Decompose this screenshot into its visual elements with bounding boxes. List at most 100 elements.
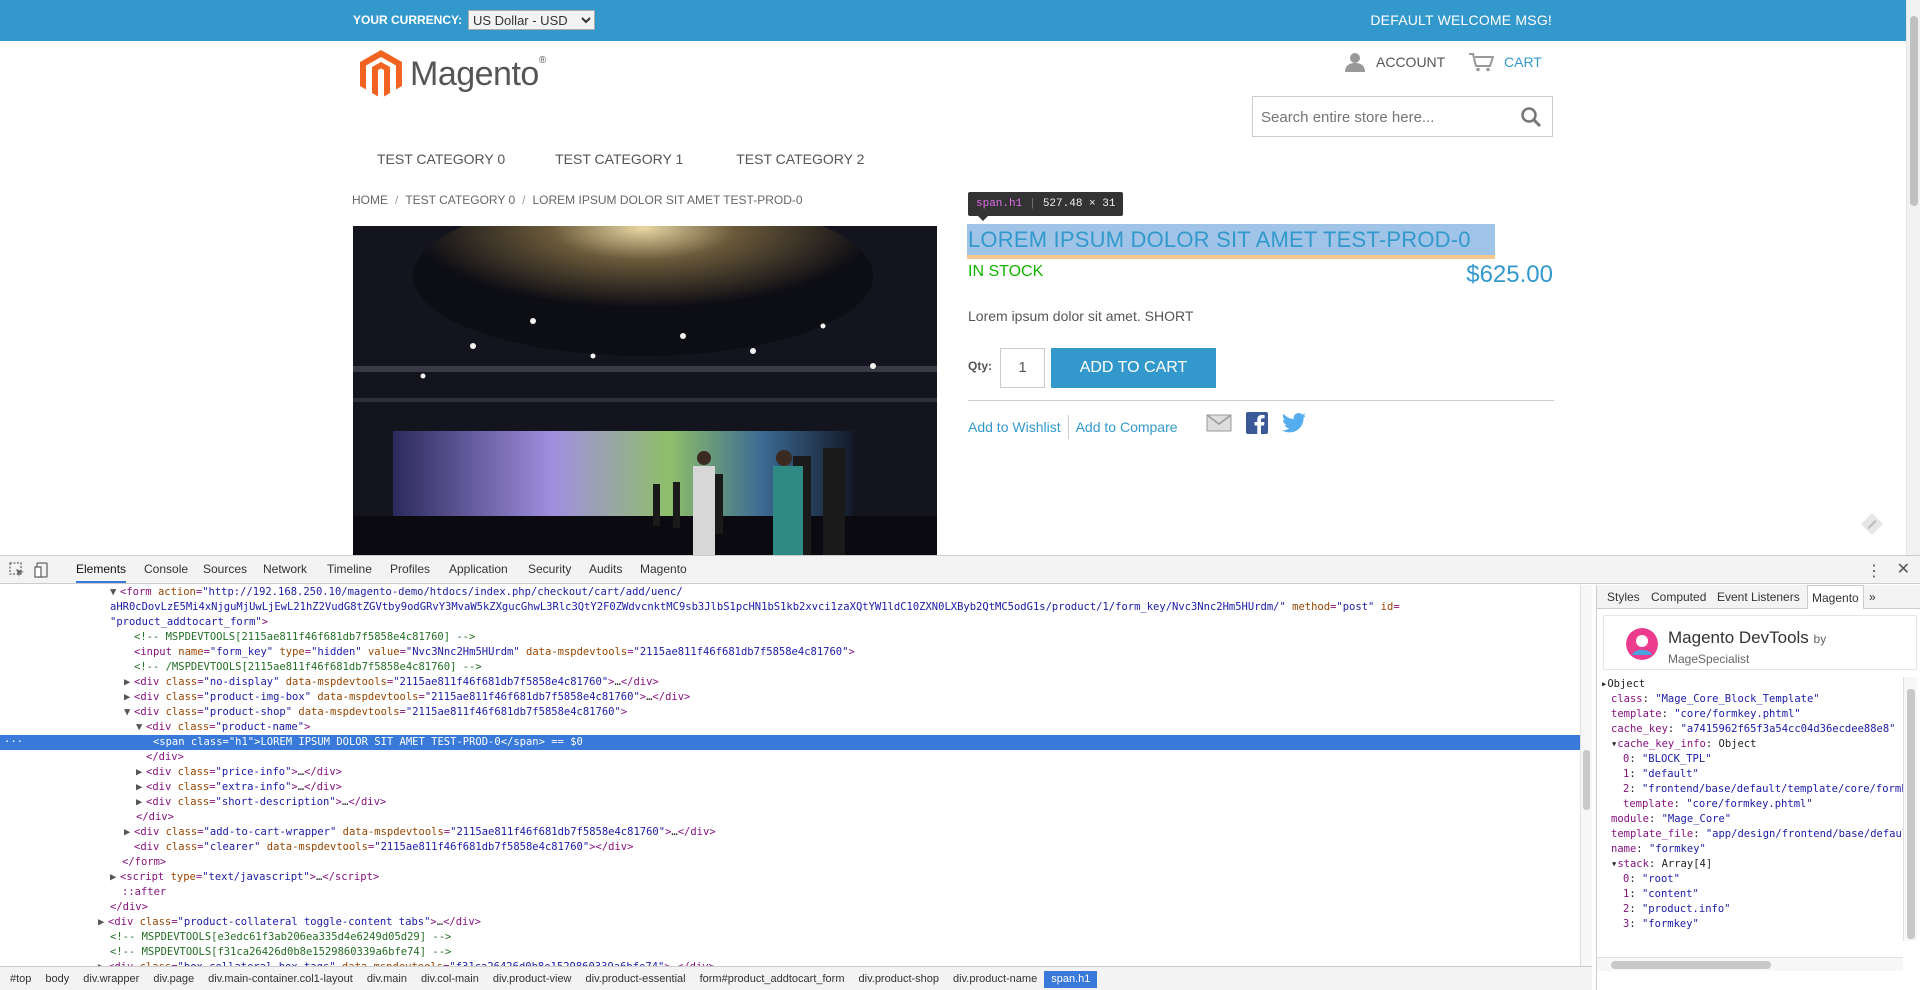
- add-to-wishlist-link[interactable]: Add to Wishlist: [968, 419, 1061, 435]
- dom-crumb[interactable]: body: [38, 973, 76, 985]
- dom-node[interactable]: ::after: [122, 885, 1580, 900]
- magento-devtools-toggle[interactable]: [1860, 512, 1884, 539]
- object-prop: 2: "product.info": [1623, 903, 1731, 915]
- tab-sources[interactable]: Sources: [203, 556, 247, 583]
- dom-node[interactable]: ▶ <div class="price-info">…</div>: [136, 765, 1580, 780]
- tab-network[interactable]: Network: [263, 556, 307, 583]
- dom-node-selected[interactable]: ··· <span class="h1">LOREM IPSUM DOLOR SI…: [0, 735, 1580, 750]
- page-scrollbar-thumb[interactable]: [1910, 16, 1918, 206]
- tab-elements[interactable]: Elements: [76, 556, 127, 583]
- qty-input[interactable]: 1: [1000, 348, 1045, 388]
- elements-scrollbar-thumb[interactable]: [1583, 750, 1590, 810]
- dom-crumb[interactable]: div.product-essential: [579, 973, 693, 985]
- close-icon[interactable]: ✕: [1897, 559, 1910, 579]
- search-input[interactable]: [1261, 105, 1511, 129]
- account-link[interactable]: ACCOUNT: [1344, 52, 1445, 72]
- dom-node[interactable]: ▶ <div class="short-description">…</div>: [136, 795, 1580, 810]
- inspect-element-icon[interactable]: [9, 562, 25, 578]
- sidebar-h-scrollbar-thumb[interactable]: [1611, 961, 1771, 969]
- tab-timeline[interactable]: Timeline: [327, 556, 372, 583]
- short-description: Lorem ipsum dolor sit amet. SHORT: [968, 308, 1194, 324]
- device-toolbar-icon[interactable]: [34, 562, 50, 578]
- facebook-icon[interactable]: [1246, 412, 1268, 434]
- dom-crumb[interactable]: form#product_addtocart_form: [693, 973, 852, 985]
- prop-value: "a7415962f65f3a54cc04d36ecdee88e8": [1680, 723, 1896, 735]
- search-button[interactable]: [1520, 106, 1542, 131]
- cart-icon: [1469, 53, 1494, 72]
- dom-crumb[interactable]: div.page: [146, 973, 201, 985]
- dom-node[interactable]: ▶ <div class="no-display" data-mspdevtool…: [124, 675, 1580, 690]
- currency-select[interactable]: US Dollar - USD: [468, 10, 595, 30]
- more-tabs-icon[interactable]: »: [1865, 585, 1880, 609]
- tab-profiles[interactable]: Profiles: [390, 556, 430, 583]
- dom-node[interactable]: </div>: [146, 750, 1580, 765]
- tab-application[interactable]: Application: [449, 556, 508, 583]
- dom-crumb[interactable]: div.main-container.col1-layout: [201, 973, 360, 985]
- prop-key: cache_key_info: [1617, 738, 1706, 750]
- object-prop[interactable]: ▾cache_key_info: Object: [1611, 737, 1903, 752]
- sidebar-h-scrollbar[interactable]: [1597, 957, 1903, 971]
- prop-value: "content": [1641, 888, 1699, 900]
- dom-crumb[interactable]: div.product-name: [946, 973, 1044, 985]
- dom-crumb[interactable]: div.wrapper: [76, 973, 146, 985]
- nav-item-test-category-0[interactable]: TEST CATEGORY 0: [377, 151, 505, 167]
- breadcrumb-home[interactable]: HOME: [352, 193, 388, 207]
- dom-node[interactable]: <!-- /MSPDEVTOOLS[2115ae811f46f681db7f58…: [134, 660, 1580, 675]
- tab-audits[interactable]: Audits: [589, 556, 622, 583]
- magento-logo[interactable]: Magento®: [360, 50, 546, 98]
- object-prop: 1: "default": [1623, 768, 1699, 780]
- dom-crumb[interactable]: #top: [3, 973, 38, 985]
- dom-node[interactable]: <!-- MSPDEVTOOLS[e3edc61f3ab206ea335d4e6…: [110, 930, 1580, 945]
- dom-node[interactable]: ▶ <div class="product-collateral toggle-c…: [98, 915, 1580, 930]
- tab-security[interactable]: Security: [528, 556, 571, 583]
- dom-node[interactable]: </form>: [122, 855, 1580, 870]
- dom-breadcrumb-bar: #top body div.wrapper div.page div.main-…: [0, 966, 1592, 990]
- dom-node[interactable]: ▶ <div class="add-to-cart-wrapper" data-m…: [124, 825, 1580, 840]
- prop-value: "core/formkey.phtml": [1686, 798, 1813, 810]
- dom-crumb[interactable]: div.product-view: [486, 973, 579, 985]
- dom-node[interactable]: ▼ <div class="product-name">: [136, 720, 1580, 735]
- dom-node[interactable]: ▼ <div class="product-shop" data-mspdevto…: [124, 705, 1580, 720]
- logo-wordmark: Magento: [410, 54, 539, 93]
- dom-node[interactable]: <!-- MSPDEVTOOLS[f31ca26426d0b8e15298603…: [110, 945, 1580, 960]
- object-prop: module: "Mage_Core": [1611, 813, 1732, 825]
- dom-node[interactable]: "product_addtocart_form">: [110, 615, 1580, 630]
- nav-item-test-category-2[interactable]: TEST CATEGORY 2: [736, 151, 864, 167]
- dom-node[interactable]: </div>: [110, 900, 1580, 915]
- dom-node[interactable]: <input name="form_key" type="hidden" val…: [134, 645, 1580, 660]
- elements-scrollbar[interactable]: [1580, 585, 1592, 966]
- dom-crumb[interactable]: div.product-shop: [852, 973, 947, 985]
- object-prop[interactable]: ▾stack: Array[4]: [1611, 857, 1903, 872]
- nav-item-test-category-1[interactable]: TEST CATEGORY 1: [555, 151, 683, 167]
- add-to-cart-button[interactable]: ADD TO CART: [1051, 348, 1216, 388]
- dom-node[interactable]: ▶ <script type="text/javascript">…</scrip…: [110, 870, 1580, 885]
- cart-link[interactable]: CART: [1468, 52, 1542, 72]
- tab-styles[interactable]: Styles: [1603, 585, 1644, 609]
- dom-node[interactable]: ▶ <div class="extra-info">…</div>: [136, 780, 1580, 795]
- twitter-icon[interactable]: [1282, 413, 1306, 433]
- more-options-icon[interactable]: ⋮: [1866, 561, 1882, 581]
- sidebar-scrollbar[interactable]: [1903, 677, 1917, 941]
- dom-node[interactable]: aHR0cDovLzE5Mi4xNjguMjUwLjEwL21hZ2VudG8t…: [110, 600, 1580, 615]
- tab-event-listeners[interactable]: Event Listeners: [1713, 585, 1804, 609]
- page-scrollbar[interactable]: [1906, 0, 1920, 555]
- product-image[interactable]: [353, 226, 937, 555]
- dom-node[interactable]: ▶ <div class="product-img-box" data-mspde…: [124, 690, 1580, 705]
- header-topbar: YOUR CURRENCY: US Dollar - USD DEFAULT W…: [0, 0, 1906, 41]
- email-icon[interactable]: [1206, 414, 1232, 432]
- dom-crumb[interactable]: div.main: [360, 973, 414, 985]
- dom-crumb-selected[interactable]: span.h1: [1044, 970, 1098, 988]
- object-root[interactable]: ▸Object: [1601, 677, 1903, 692]
- dom-node[interactable]: <div class="clearer" data-mspdevtools="2…: [134, 840, 1580, 855]
- dom-node[interactable]: <!-- MSPDEVTOOLS[2115ae811f46f681db7f585…: [134, 630, 1580, 645]
- add-to-compare-link[interactable]: Add to Compare: [1076, 419, 1178, 435]
- tab-magento[interactable]: Magento: [640, 556, 687, 583]
- tab-computed[interactable]: Computed: [1647, 585, 1710, 609]
- breadcrumb-category[interactable]: TEST CATEGORY 0: [405, 193, 515, 207]
- tab-console[interactable]: Console: [144, 556, 188, 583]
- tab-magento-sidebar[interactable]: Magento: [1807, 585, 1864, 609]
- dom-node[interactable]: ▼ <form action="http://192.168.250.10/mag…: [110, 585, 1580, 600]
- sidebar-scrollbar-thumb[interactable]: [1907, 689, 1915, 939]
- dom-crumb[interactable]: div.col-main: [414, 973, 486, 985]
- dom-node[interactable]: </div>: [136, 810, 1580, 825]
